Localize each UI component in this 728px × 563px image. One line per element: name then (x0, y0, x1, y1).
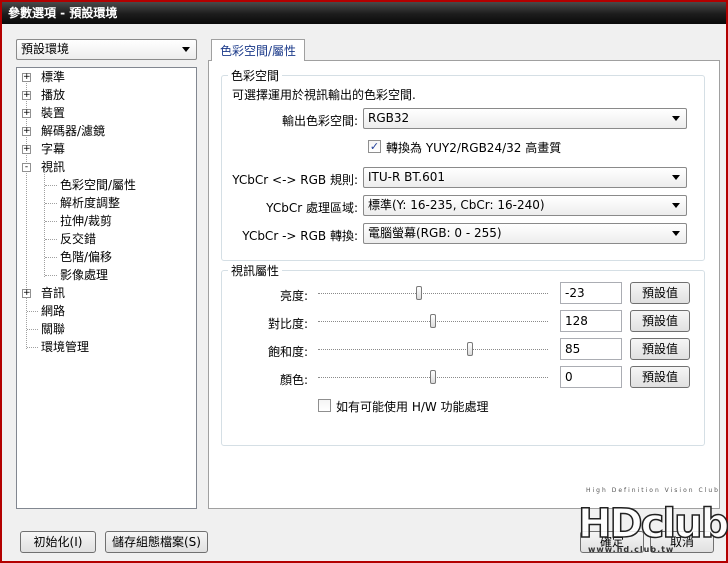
tree-item-label: 反交錯 (60, 232, 97, 246)
tree-item-label: 色階/偏移 (60, 250, 113, 264)
tree-item-label: 音訊 (41, 286, 66, 300)
contrast-default-button[interactable]: 預設值 (630, 310, 690, 332)
tree-branch (27, 347, 38, 348)
group-title: 視訊屬性 (228, 262, 283, 279)
brightness-slider-track[interactable] (318, 293, 548, 294)
tree-item-label: 色彩空間/屬性 (60, 178, 137, 192)
cancel-button[interactable]: 取消 (650, 531, 714, 553)
tree-item-label: 字幕 (41, 142, 66, 156)
contrast-label: 對比度: (267, 317, 308, 331)
hue-input[interactable]: 0 (560, 366, 622, 388)
chevron-down-icon (672, 203, 680, 208)
conversion-rule-label: YCbCr <-> RGB 規則: (232, 173, 358, 187)
tree-branch (27, 329, 38, 330)
tree-item-label: 視訊 (41, 160, 66, 174)
group-title: 色彩空間 (228, 67, 283, 84)
hue-slider-thumb[interactable] (430, 370, 436, 384)
saturation-input[interactable]: 85 (560, 338, 622, 360)
chevron-down-icon (672, 175, 680, 180)
tree-branch (45, 239, 57, 240)
chevron-down-icon (672, 231, 680, 236)
select-value: 標準(Y: 16-235, CbCr: 16-240) (368, 198, 545, 212)
tab-colorspace[interactable]: 色彩空間/屬性 (211, 39, 306, 61)
video-properties-group: 視訊屬性 亮度: -23 預設值 對比度: 128 預設值 飽和度: 85 預設… (221, 262, 705, 446)
preferences-window: 參數選項 - 預設環境 預設環境 + 標準 + 播放 + 裝置 + 解碼器/濾鏡… (0, 0, 728, 563)
brightness-label: 亮度: (279, 289, 308, 303)
expand-icon[interactable]: + (22, 289, 31, 298)
tree-item-label: 裝置 (41, 106, 66, 120)
tree-item-label: 解碼器/濾鏡 (41, 124, 106, 138)
process-range-select[interactable]: 標準(Y: 16-235, CbCr: 16-240) (363, 195, 687, 216)
expand-icon[interactable]: + (22, 127, 31, 136)
collapse-icon[interactable]: - (22, 163, 31, 172)
hue-default-button[interactable]: 預設值 (630, 366, 690, 388)
tree-item-label: 影像處理 (60, 268, 109, 282)
saturation-slider-track[interactable] (318, 349, 548, 350)
output-colorspace-select[interactable]: RGB32 (363, 108, 687, 129)
tree-branch (45, 275, 57, 276)
chevron-down-icon (672, 116, 680, 121)
chevron-down-icon (182, 47, 190, 52)
process-range-label: YCbCr 處理區域: (266, 201, 358, 215)
saturation-label: 飽和度: (267, 345, 308, 359)
brightness-slider-thumb[interactable] (416, 286, 423, 300)
select-value: 電腦螢幕(RGB: 0 - 255) (368, 226, 502, 240)
tree-item-label: 網路 (41, 304, 66, 318)
tree-item-label: 環境管理 (41, 340, 90, 354)
save-profile-button[interactable]: 儲存組態檔案(S) (105, 531, 208, 553)
window-client: 預設環境 + 標準 + 播放 + 裝置 + 解碼器/濾鏡 + 字幕 - 視訊 色… (6, 28, 722, 558)
tree-branch (45, 203, 57, 204)
tree-branch (45, 257, 57, 258)
saturation-default-button[interactable]: 預設值 (630, 338, 690, 360)
brightness-default-button[interactable]: 預設值 (630, 282, 690, 304)
select-value: RGB32 (368, 111, 410, 125)
profile-select-value: 預設環境 (21, 42, 70, 56)
tree-branch (27, 311, 38, 312)
tree-item-label: 關聯 (41, 322, 66, 336)
window-title: 參數選項 - 預設環境 (2, 2, 726, 24)
tree-item-label: 播放 (41, 88, 66, 102)
contrast-slider-thumb[interactable] (430, 314, 436, 328)
profile-select[interactable]: 預設環境 (16, 39, 197, 60)
tree-branch (45, 221, 57, 222)
tab-panel: 色彩空間 可選擇運用於視訊輸出的色彩空間. 輸出色彩空間: RGB32 ✓ 轉換… (208, 61, 720, 509)
hq-convert-label: 轉換為 YUY2/RGB24/32 高畫質 (386, 141, 562, 155)
conversion-rule-select[interactable]: ITU-R BT.601 (363, 167, 687, 188)
expand-icon[interactable]: + (22, 109, 31, 118)
tree-item-label: 解析度調整 (60, 196, 121, 210)
expand-icon[interactable]: + (22, 145, 31, 154)
rgb-conversion-select[interactable]: 電腦螢幕(RGB: 0 - 255) (363, 223, 687, 244)
expand-icon[interactable]: + (22, 91, 31, 100)
tree-guide (26, 295, 27, 349)
contrast-input[interactable]: 128 (560, 310, 622, 332)
select-value: ITU-R BT.601 (368, 170, 445, 184)
tree-branch (45, 185, 57, 186)
saturation-slider-thumb[interactable] (466, 342, 473, 356)
tree-item-label: 拉伸/裁剪 (60, 214, 113, 228)
brightness-input[interactable]: -23 (560, 282, 622, 304)
tree-item-label: 標準 (41, 70, 66, 84)
hw-processing-checkbox[interactable] (318, 399, 331, 412)
expand-icon[interactable]: + (22, 73, 31, 82)
colorspace-group: 色彩空間 可選擇運用於視訊輸出的色彩空間. 輸出色彩空間: RGB32 ✓ 轉換… (221, 67, 705, 261)
rgb-conversion-label: YCbCr -> RGB 轉換: (242, 229, 358, 243)
hw-processing-label: 如有可能使用 H/W 功能處理 (336, 400, 489, 414)
hue-label: 顏色: (279, 373, 308, 387)
output-colorspace-label: 輸出色彩空間: (281, 114, 358, 128)
reset-button[interactable]: 初始化(I) (20, 531, 96, 553)
settings-tree: + 標準 + 播放 + 裝置 + 解碼器/濾鏡 + 字幕 - 視訊 色彩空間/屬… (16, 67, 197, 509)
ok-button[interactable]: 確定 (580, 531, 644, 553)
colorspace-description: 可選擇運用於視訊輸出的色彩空間. (232, 88, 416, 102)
hq-convert-checkbox[interactable]: ✓ (368, 140, 381, 153)
